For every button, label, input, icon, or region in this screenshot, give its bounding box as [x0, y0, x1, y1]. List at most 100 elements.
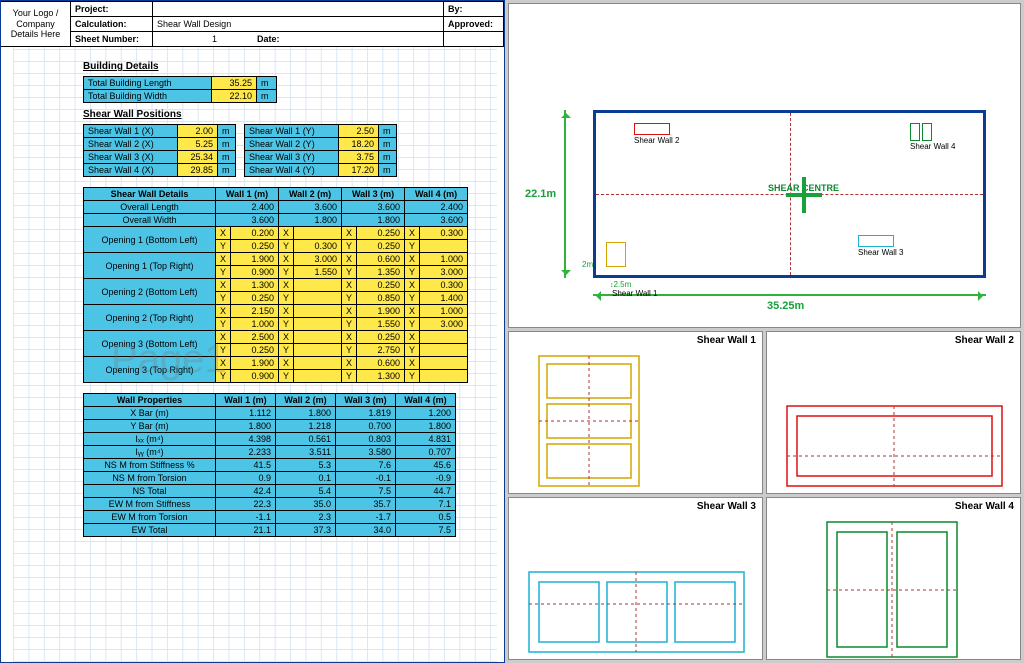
- opening-value[interactable]: 0.850: [357, 292, 405, 305]
- prop-val: 7.5: [396, 524, 456, 537]
- opening-value[interactable]: 0.250: [357, 279, 405, 292]
- opening-value[interactable]: 0.600: [357, 253, 405, 266]
- table-row: Shear Wall 4 (X)29.85mShear Wall 4 (Y)17…: [84, 164, 397, 177]
- opening-value[interactable]: 0.250: [231, 344, 279, 357]
- project-value[interactable]: [153, 1, 444, 16]
- opening-value[interactable]: 3.000: [420, 318, 468, 331]
- table-row: Total Building Length 35.25 m: [84, 77, 277, 90]
- opening-value[interactable]: 3.000: [294, 253, 342, 266]
- sheet-value[interactable]: 1: [212, 34, 217, 44]
- opening-value[interactable]: [294, 227, 342, 240]
- opening-value[interactable]: 0.250: [231, 292, 279, 305]
- table-row: Opening 1 (Bottom Left)X0.200XX0.250X0.3…: [84, 227, 468, 240]
- opening-value[interactable]: 1.900: [231, 357, 279, 370]
- opening-value[interactable]: 1.550: [357, 318, 405, 331]
- sheet-label: Sheet Number:: [71, 31, 153, 46]
- ol-2[interactable]: 3.600: [279, 201, 342, 214]
- opening-value[interactable]: 2.750: [357, 344, 405, 357]
- opening-value[interactable]: [294, 357, 342, 370]
- opening-value[interactable]: 0.250: [231, 240, 279, 253]
- ol-1[interactable]: 2.400: [216, 201, 279, 214]
- opening-value[interactable]: [420, 344, 468, 357]
- opening-value[interactable]: 1.900: [231, 253, 279, 266]
- prop-row-label: Iₓₓ (m⁴): [84, 433, 216, 446]
- opening-label: Opening 2 (Bottom Left): [84, 279, 216, 305]
- pos-yval[interactable]: 18.20: [339, 138, 379, 151]
- opening-value[interactable]: 3.000: [420, 266, 468, 279]
- opening-value[interactable]: [294, 331, 342, 344]
- opening-value[interactable]: 1.550: [294, 266, 342, 279]
- pos-yval[interactable]: 3.75: [339, 151, 379, 164]
- opening-value[interactable]: 1.400: [420, 292, 468, 305]
- bd-length-label: Total Building Length: [84, 77, 212, 90]
- opening-value[interactable]: [294, 318, 342, 331]
- pos-xval[interactable]: 25.34: [178, 151, 218, 164]
- opening-label: Opening 1 (Bottom Left): [84, 227, 216, 253]
- opening-value[interactable]: 2.150: [231, 305, 279, 318]
- opening-value[interactable]: 0.250: [357, 240, 405, 253]
- opening-value[interactable]: [420, 331, 468, 344]
- ow-1[interactable]: 3.600: [216, 214, 279, 227]
- opening-value[interactable]: [420, 357, 468, 370]
- opening-value[interactable]: 2.500: [231, 331, 279, 344]
- table-row: Y Bar (m)1.8001.2180.7001.800: [84, 420, 456, 433]
- opening-value[interactable]: 1.000: [420, 305, 468, 318]
- pos-xval[interactable]: 5.25: [178, 138, 218, 151]
- ol-4[interactable]: 2.400: [405, 201, 468, 214]
- pos-xval[interactable]: 29.85: [178, 164, 218, 177]
- opening-value[interactable]: 0.600: [357, 357, 405, 370]
- prop-val: 21.1: [216, 524, 276, 537]
- opening-value[interactable]: 1.000: [231, 318, 279, 331]
- opening-value[interactable]: 0.250: [357, 331, 405, 344]
- axis-label: Y: [342, 318, 357, 331]
- opening-value[interactable]: 0.250: [357, 227, 405, 240]
- axis-label: Y: [342, 240, 357, 253]
- opening-value[interactable]: 1.000: [420, 253, 468, 266]
- opening-value[interactable]: [294, 305, 342, 318]
- opening-value[interactable]: 0.300: [294, 240, 342, 253]
- sw1-label: Shear Wall 1: [612, 289, 658, 298]
- prop-val: 45.6: [396, 459, 456, 472]
- opening-value[interactable]: 0.900: [231, 266, 279, 279]
- bd-width-value[interactable]: 22.10: [212, 90, 257, 103]
- prop-val: 4.831: [396, 433, 456, 446]
- table-row: NS M from Stiffness %41.55.37.645.6: [84, 459, 456, 472]
- opening-value[interactable]: [420, 240, 468, 253]
- plan-shear-wall-4: Shear Wall 4: [910, 123, 956, 151]
- ow-3[interactable]: 1.800: [342, 214, 405, 227]
- pos-xval[interactable]: 2.00: [178, 125, 218, 138]
- approved-value[interactable]: [444, 31, 504, 46]
- ow-4[interactable]: 3.600: [405, 214, 468, 227]
- opening-value[interactable]: 1.350: [357, 266, 405, 279]
- axis-label: X: [279, 227, 294, 240]
- opening-value[interactable]: 1.300: [357, 370, 405, 383]
- mini-shear-wall-3: Shear Wall 3: [508, 497, 763, 660]
- ow-2[interactable]: 1.800: [279, 214, 342, 227]
- ol-3[interactable]: 3.600: [342, 201, 405, 214]
- opening-value[interactable]: 0.900: [231, 370, 279, 383]
- opening-value[interactable]: 1.300: [231, 279, 279, 292]
- axis-label: X: [279, 279, 294, 292]
- opening-value[interactable]: 1.900: [357, 305, 405, 318]
- opening-value[interactable]: 0.300: [420, 279, 468, 292]
- axis-label: X: [279, 357, 294, 370]
- calc-value[interactable]: Shear Wall Design: [153, 16, 444, 31]
- opening-value[interactable]: [294, 344, 342, 357]
- opening-value[interactable]: [294, 279, 342, 292]
- axis-label: X: [216, 331, 231, 344]
- opening-value[interactable]: [294, 370, 342, 383]
- col-wall1: Wall 1 (m): [216, 188, 279, 201]
- table-row: X Bar (m)1.1121.8001.8191.200: [84, 407, 456, 420]
- prop-val: 1.200: [396, 407, 456, 420]
- prop-val: 5.4: [276, 485, 336, 498]
- axis-label: X: [342, 279, 357, 292]
- opening-value[interactable]: [294, 292, 342, 305]
- opening-value[interactable]: [420, 370, 468, 383]
- prop-val: -0.9: [396, 472, 456, 485]
- pos-yval[interactable]: 2.50: [339, 125, 379, 138]
- pos-yval[interactable]: 17.20: [339, 164, 379, 177]
- mini1-svg: [509, 346, 764, 496]
- bd-length-value[interactable]: 35.25: [212, 77, 257, 90]
- opening-value[interactable]: 0.200: [231, 227, 279, 240]
- opening-value[interactable]: 0.300: [420, 227, 468, 240]
